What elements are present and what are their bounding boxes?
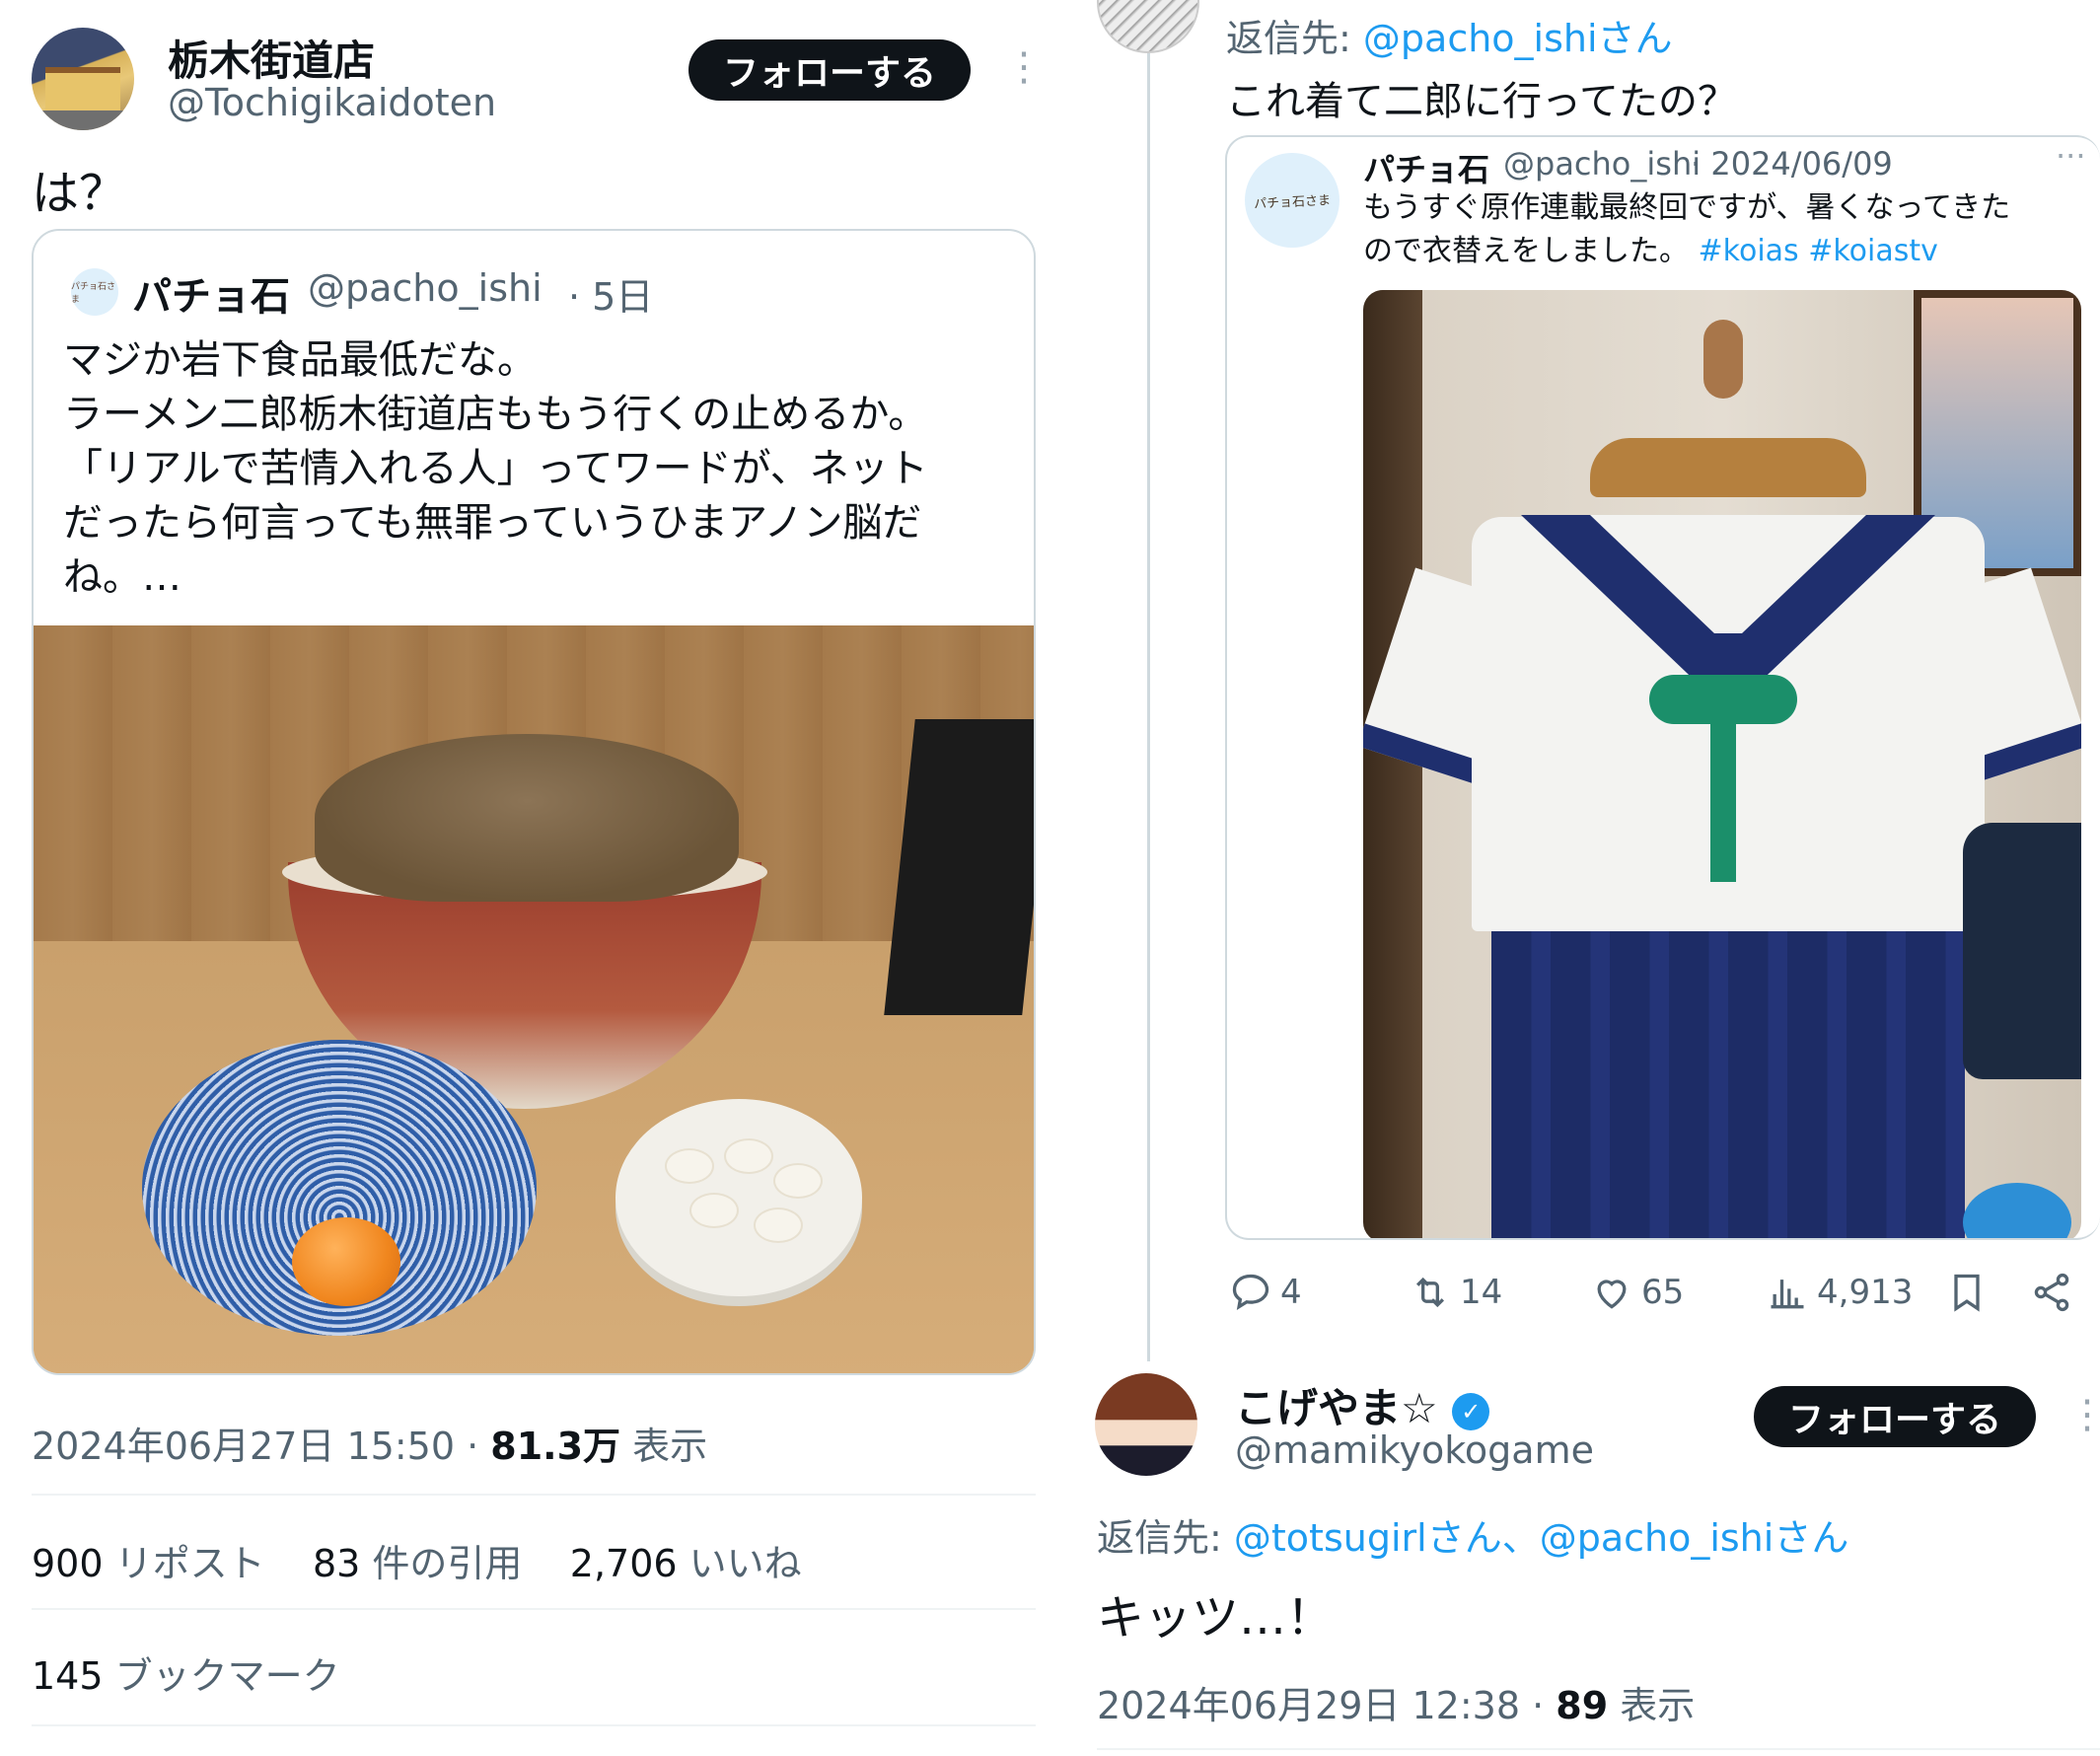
sailor-uniform-photo[interactable]: [1363, 290, 2081, 1238]
koge-timestamp[interactable]: 2024年06月29日 12:38 ·: [1097, 1684, 1544, 1727]
views-count: 81.3万: [490, 1425, 621, 1468]
heart-icon: [1597, 1280, 1627, 1309]
verified-badge-icon: ✓: [1452, 1392, 1490, 1430]
koge-author-avatar[interactable]: [1095, 1373, 1197, 1476]
like-action[interactable]: 65: [1590, 1271, 1684, 1314]
tweet-meta: 2024年06月27日 15:50 · 81.3万 表示: [32, 1416, 707, 1470]
avatar-building-image: [45, 67, 120, 110]
more-dots-icon[interactable]: ···: [2056, 137, 2086, 175]
skirt-shape: [1491, 931, 1965, 1238]
quoted-line: ね。…: [63, 554, 181, 600]
author-name[interactable]: 栃木街道店: [168, 28, 375, 88]
hashtag-links[interactable]: #koias #koiastv: [1699, 234, 1938, 268]
divider: [32, 1608, 1036, 1610]
quoted-tweet-body: マジか岩下食品最低だな。 ラーメン二郎栃木街道店ももう行くの止めるか。 「リアル…: [63, 333, 1010, 605]
bookmarks-stat[interactable]: 145 ブックマーク: [32, 1646, 340, 1700]
quoted-tweet-card-right[interactable]: パチョ石さま パチョ石 @pacho_ishi · 2024/06/09 ···…: [1225, 135, 2100, 1240]
koge-author-name: こげやま☆: [1235, 1384, 1438, 1432]
follow-button[interactable]: フォローする: [688, 39, 971, 101]
reply-icon: [1232, 1274, 1269, 1311]
follow-button[interactable]: フォローする: [1754, 1386, 2036, 1447]
quotes-stat[interactable]: 83 件の引用: [313, 1542, 522, 1585]
divider: [1097, 1748, 2100, 1750]
reply-text: これ着て二郎に行ってたの？: [1226, 79, 1737, 124]
views-label: 表示: [632, 1425, 708, 1468]
tweet-text: は？: [32, 166, 127, 221]
reply-mention-link[interactable]: @pacho_ishiさん: [1363, 17, 1673, 60]
quoted-author-name-right: パチョ石: [1363, 151, 1490, 188]
koge-views-label: 表示: [1620, 1684, 1696, 1727]
views-chart-icon: [1771, 1280, 1804, 1309]
quoted-line: だったら何言っても無罪っていうひまアノン脳だ: [63, 500, 922, 546]
quoted-author-avatar: パチョ石さま: [71, 268, 118, 316]
reply-to-line: 返信先: @pacho_ishiさん: [1226, 17, 1673, 60]
quoted-line: マジか岩下食品最低だな。: [63, 337, 537, 383]
bookmark-action[interactable]: [1945, 1271, 1989, 1314]
views-action[interactable]: 4,913: [1766, 1271, 1913, 1314]
bookmark-icon: [1954, 1274, 1980, 1312]
koge-tweet-meta: 2024年06月29日 12:38 · 89 表示: [1097, 1675, 1695, 1729]
quoted-author-avatar-right: パチョ石さま: [1245, 153, 1340, 248]
koge-author-name-row[interactable]: こげやま☆ ✓: [1235, 1375, 1490, 1435]
repost-action[interactable]: 14: [1409, 1271, 1502, 1314]
ramen-toppings-shape: [315, 734, 739, 902]
quoted-date-right: · 2024/06/09: [1691, 145, 1893, 183]
reply-mention-links[interactable]: @totsugirlさん、@pacho_ishiさん: [1234, 1516, 1848, 1560]
koge-author-handle[interactable]: @mamikyokogame: [1235, 1428, 1594, 1472]
koge-reply-to-line: 返信先: @totsugirlさん、@pacho_ishiさん: [1097, 1516, 1849, 1560]
quoted-tweet-card[interactable]: パチョ石さま パチョ石 @pacho_ishi · 5日 マジか岩下食品最低だな…: [32, 229, 1036, 1375]
share-action[interactable]: [2030, 1271, 2073, 1314]
tweet-timestamp[interactable]: 2024年06月27日 15:50 ·: [32, 1425, 478, 1468]
pickled-garlic-bowl-shape: [616, 1099, 862, 1296]
author-avatar[interactable]: [32, 28, 134, 130]
more-dots-icon[interactable]: ⋮: [1004, 47, 1044, 87]
hanger-shape: [1590, 438, 1866, 497]
more-dots-icon[interactable]: ⋮: [2067, 1395, 2100, 1434]
reply-author-avatar[interactable]: [1097, 0, 1199, 53]
reply-action[interactable]: 4: [1229, 1271, 1302, 1314]
quoted-time: · 5日: [568, 275, 654, 319]
engagement-stats: 900 リポスト 83 件の引用 2,706 いいね: [32, 1533, 802, 1587]
likes-stat[interactable]: 2,706 いいね: [570, 1542, 802, 1585]
share-icon: [2034, 1273, 2069, 1312]
thread-connector-line: [1147, 49, 1150, 1361]
divider: [32, 1494, 1036, 1496]
quoted-line: 「リアルで苦情入れる人」ってワードが、ネット: [63, 446, 928, 491]
repost-icon: [1415, 1277, 1445, 1308]
author-handle[interactable]: @Tochigikaidoten: [168, 81, 496, 124]
quoted-author-handle-right: @pacho_ishi: [1503, 145, 1702, 183]
quoted-author-handle: @pacho_ishi: [308, 266, 543, 310]
koge-reply-text: キッツ…！: [1097, 1590, 1335, 1646]
reposts-stat[interactable]: 900 リポスト: [32, 1542, 265, 1585]
divider: [32, 1724, 1036, 1726]
koge-views-count: 89: [1556, 1684, 1609, 1727]
quoted-body-right: もうすぐ原作連載最終回ですが、暑くなってきた ので衣替えをしました。 #koia…: [1363, 190, 2011, 268]
quoted-author-name: パチョ石: [132, 274, 290, 320]
quoted-line: ラーメン二郎栃木街道店ももう行くの止めるか。: [63, 392, 928, 437]
ramen-photo[interactable]: [34, 625, 1034, 1373]
egg-yolk-shape: [292, 1217, 400, 1306]
